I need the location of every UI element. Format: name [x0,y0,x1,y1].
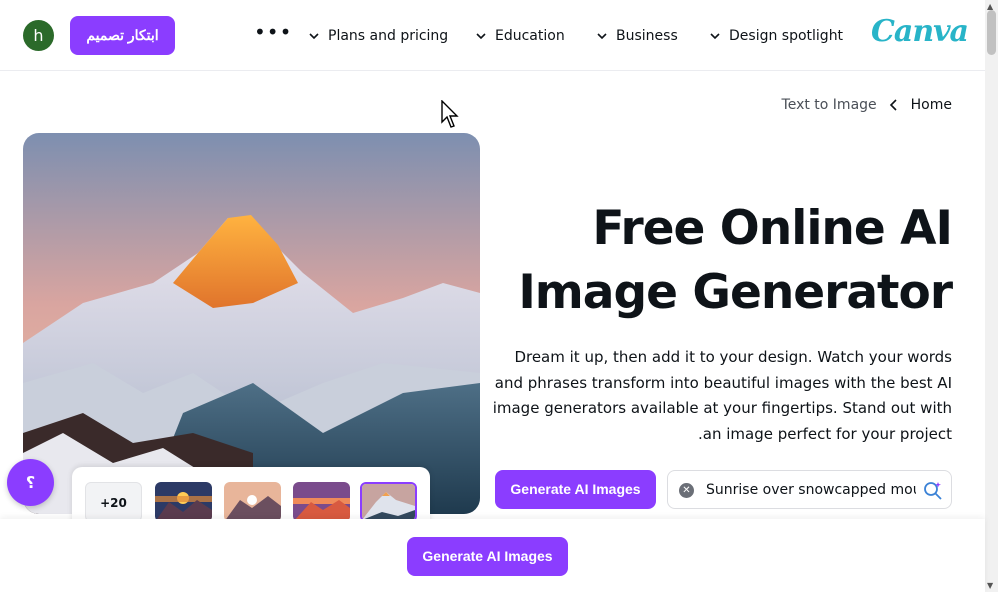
breadcrumb-home[interactable]: Home [911,97,952,113]
chevron-down-icon [597,33,607,40]
generate-ai-images-bottom-button[interactable]: Generate AI Images [407,537,568,576]
prompt-input[interactable] [706,480,916,500]
nav-plans-and-pricing[interactable]: Plans and pricing [308,24,448,48]
nav-label: Plans and pricing [328,28,449,44]
user-avatar[interactable]: h [23,20,54,51]
thumbnail-snow-mountain-selected[interactable] [360,482,417,522]
page-scrollbar[interactable]: ▲ ▼ [985,0,998,592]
canva-logo[interactable]: Canva [871,14,969,49]
more-thumbnails-button[interactable]: +20 [85,482,142,522]
title-line-2: Image Generator [518,265,953,320]
nav-education[interactable]: Education [475,24,565,48]
clear-icon[interactable]: ✕ [679,483,694,498]
nav-label: Education [495,28,565,44]
chevron-down-icon [710,33,720,40]
title-line-1: Free Online AI [592,201,953,256]
mouse-cursor-icon [441,100,459,128]
thumbnail-purple-ridge[interactable] [293,482,350,522]
breadcrumb-current[interactable]: Text to Image [782,97,877,113]
breadcrumb: Text to Image Home [782,97,952,113]
nav-business[interactable]: Business [596,24,678,48]
chevron-left-icon [889,99,897,111]
chevron-down-icon [309,33,319,40]
chevron-down-icon [476,33,486,40]
more-options-icon[interactable]: ••• [254,22,291,48]
top-navigation-bar: h ابتكار تصميم ••• Plans and pricing Edu… [0,0,985,71]
scrollbar-thumb[interactable] [987,10,996,55]
create-design-button[interactable]: ابتكار تصميم [70,16,175,55]
hero-mountain-image [23,133,480,514]
thumbnail-pink-sky[interactable] [224,482,281,522]
magic-search-icon[interactable] [923,480,943,500]
nav-design-spotlight[interactable]: Design spotlight [709,24,843,48]
page-title: Free Online AI Image Generator [492,197,953,325]
example-thumbnails: +20 [72,467,430,527]
nav-label: Design spotlight [729,28,844,44]
prompt-input-box[interactable]: ✕ [667,470,952,509]
thumbnail-sunset-peak[interactable] [155,482,212,522]
help-button[interactable]: ؟ [7,459,54,506]
scroll-down-arrow-icon[interactable]: ▼ [987,581,993,590]
hero-description: Dream it up, then add it to your design.… [492,348,952,443]
generate-ai-images-button[interactable]: Generate AI Images [495,470,656,509]
nav-label: Business [616,28,678,44]
sticky-bottom-bar: Generate AI Images [0,519,985,592]
